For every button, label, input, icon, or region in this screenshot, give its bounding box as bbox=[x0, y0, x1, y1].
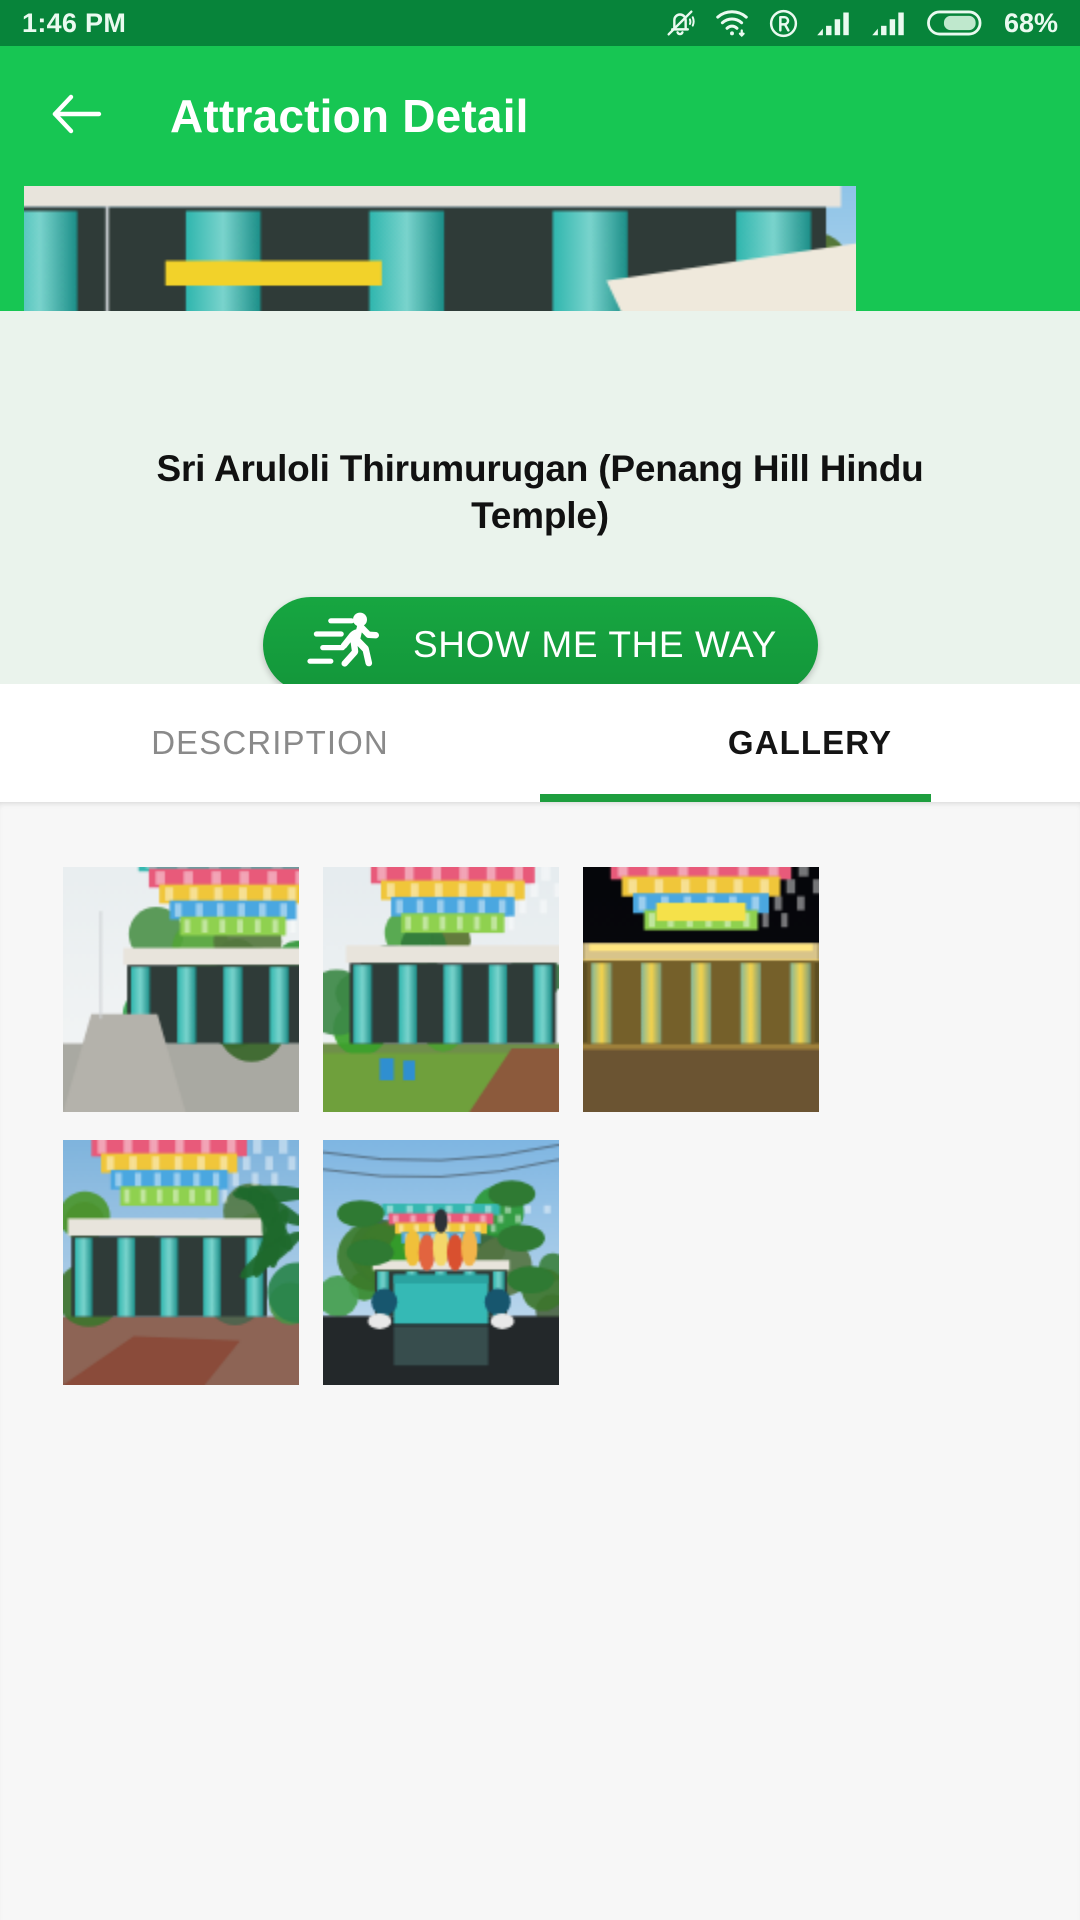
show-me-the-way-button[interactable]: SHOW ME THE WAY bbox=[262, 596, 818, 693]
back-arrow-icon bbox=[49, 91, 105, 142]
back-button[interactable] bbox=[46, 85, 108, 147]
tab-gallery[interactable]: GALLERY bbox=[540, 684, 1080, 802]
gallery-thumbnail[interactable] bbox=[583, 867, 819, 1112]
tab-description-label: DESCRIPTION bbox=[151, 724, 389, 761]
battery-percent-label: 68% bbox=[1003, 7, 1058, 38]
roaming-r-icon bbox=[767, 7, 800, 40]
gallery-thumbnail[interactable] bbox=[323, 867, 559, 1112]
page-title: Attraction Detail bbox=[170, 90, 529, 142]
wifi-icon bbox=[714, 7, 750, 39]
bell-muted-icon bbox=[663, 6, 697, 40]
tab-bar: DESCRIPTION GALLERY bbox=[0, 684, 1080, 802]
battery-icon bbox=[927, 8, 983, 38]
gallery-panel bbox=[0, 802, 1080, 1920]
gallery-grid bbox=[0, 867, 1080, 1385]
attraction-title: Sri Aruloli Thirumurugan (Penang Hill Hi… bbox=[156, 448, 924, 537]
cta-label: SHOW ME THE WAY bbox=[413, 623, 777, 665]
gallery-thumbnail[interactable] bbox=[63, 867, 299, 1112]
signal-bars-icon bbox=[817, 8, 855, 38]
gallery-thumbnail[interactable] bbox=[63, 1140, 299, 1385]
tab-active-indicator bbox=[540, 794, 931, 802]
attraction-info-section: Sri Aruloli Thirumurugan (Penang Hill Hi… bbox=[0, 311, 1080, 693]
status-bar: 1:46 PM 68% bbox=[0, 0, 1080, 46]
running-person-icon bbox=[303, 609, 387, 680]
app-bar: Attraction Detail bbox=[0, 46, 1080, 186]
tab-description[interactable]: DESCRIPTION bbox=[0, 684, 540, 802]
gallery-thumbnail[interactable] bbox=[323, 1140, 559, 1385]
status-icon-tray: 68% bbox=[663, 6, 1058, 40]
hero-image-container bbox=[0, 186, 1080, 435]
signal-bars-icon bbox=[872, 8, 910, 38]
tab-gallery-label: GALLERY bbox=[727, 724, 893, 761]
status-time: 1:46 PM bbox=[22, 7, 127, 38]
cta-container: SHOW ME THE WAY bbox=[0, 596, 1080, 693]
